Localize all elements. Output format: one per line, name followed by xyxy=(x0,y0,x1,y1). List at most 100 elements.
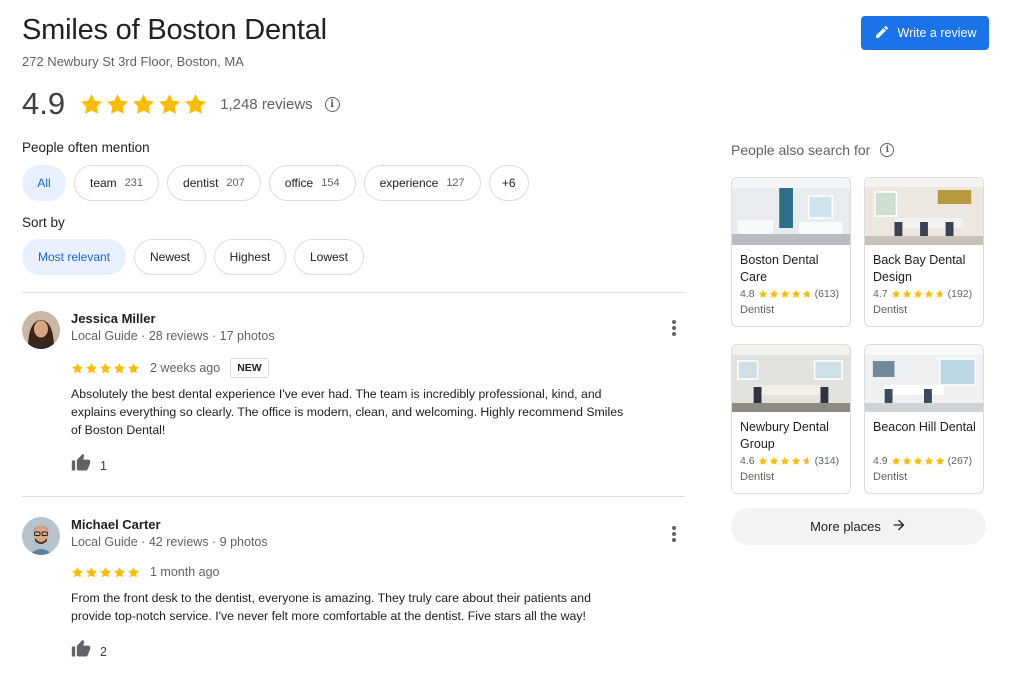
sort-lowest[interactable]: Lowest xyxy=(294,239,364,275)
place-photo xyxy=(865,178,983,245)
reviewer-meta: Local Guide · 42 reviews · 9 photos xyxy=(71,535,268,549)
star-icon xyxy=(128,566,139,577)
chip-experience[interactable]: experience 127 xyxy=(363,165,481,201)
place-rating: 4.7 (192) xyxy=(873,288,972,300)
place-rating: 4.8 (613) xyxy=(740,288,839,300)
star-icon xyxy=(159,93,181,114)
star-icon xyxy=(86,362,97,373)
star-icon xyxy=(185,93,207,114)
info-icon[interactable]: i xyxy=(324,96,340,112)
place-name: Back Bay Dental Design xyxy=(873,253,966,284)
write-review-label: Write a review xyxy=(897,26,977,40)
chip-count: 207 xyxy=(226,177,245,189)
chip-label: experience xyxy=(379,176,439,190)
review-date: 1 month ago xyxy=(150,565,220,579)
sort-options: Most relevant Newest Highest Lowest xyxy=(22,239,364,275)
star-icon xyxy=(891,456,900,465)
review-count[interactable]: 1,248 reviews xyxy=(220,96,313,113)
chip-label: team xyxy=(90,176,117,190)
chip-team[interactable]: team 231 xyxy=(74,165,160,201)
place-name: Newbury Dental Group xyxy=(740,420,829,451)
star-icon xyxy=(758,456,767,465)
chip-office[interactable]: office 154 xyxy=(268,165,356,201)
star-icon xyxy=(769,289,778,298)
write-review-button[interactable]: Write a review xyxy=(861,16,989,50)
also-search-header: People also search for i xyxy=(731,142,895,158)
review-item: Michael Carter Local Guide · 42 reviews … xyxy=(22,517,687,677)
chip-all[interactable]: All xyxy=(22,165,66,201)
star-icon xyxy=(791,456,800,465)
place-card[interactable]: Beacon Hill Dental 4.9 (267) Dentist xyxy=(864,344,984,494)
star-icon xyxy=(72,566,83,577)
star-icon xyxy=(913,289,922,298)
place-card[interactable]: Back Bay Dental Design 4.7 (192) Dentist xyxy=(864,177,984,327)
place-card[interactable]: Newbury Dental Group 4.6 (314) Dentist xyxy=(731,344,851,494)
place-name: Boston Dental Care xyxy=(740,253,819,284)
reviewer-name[interactable]: Michael Carter xyxy=(71,517,161,532)
place-photo xyxy=(865,345,983,412)
place-name: Beacon Hill Dental xyxy=(873,420,976,434)
star-icon xyxy=(114,566,125,577)
review-stars xyxy=(71,362,140,375)
more-places-button[interactable]: More places xyxy=(731,508,986,545)
info-icon[interactable]: i xyxy=(880,143,895,157)
place-rating-value: 4.8 xyxy=(740,288,755,300)
place-review-count: (192) xyxy=(947,288,973,300)
chip-label: office xyxy=(284,176,314,190)
mentions-label: People often mention xyxy=(22,140,150,155)
chip-dentist[interactable]: dentist 207 xyxy=(167,165,261,201)
star-icon xyxy=(100,362,111,373)
chip-more[interactable]: +6 xyxy=(488,165,529,201)
star-icon xyxy=(72,362,83,373)
place-photo xyxy=(732,345,850,412)
like-count: 2 xyxy=(100,644,107,659)
sort-most-relevant[interactable]: Most relevant xyxy=(22,239,126,275)
chip-count: 154 xyxy=(321,177,340,189)
sort-newest[interactable]: Newest xyxy=(134,239,206,275)
business-address: 272 Newbury St 3rd Floor, Boston, MA xyxy=(22,54,244,69)
thumb-up-icon xyxy=(71,639,91,664)
star-icon xyxy=(802,456,811,465)
place-rating: 4.6 (314) xyxy=(740,455,839,467)
place-stars xyxy=(891,456,945,466)
place-rating: 4.9 (267) xyxy=(873,455,972,467)
place-stars xyxy=(758,456,812,466)
like-button[interactable]: 2 xyxy=(71,639,107,664)
star-icon xyxy=(913,456,922,465)
sort-option-label: Newest xyxy=(150,250,191,264)
review-rating-row: 2 weeks ago NEW xyxy=(71,358,269,378)
mention-chips: All team 231 dentist 207 office 154 expe… xyxy=(22,165,529,201)
reviewer-meta: Local Guide · 28 reviews · 17 photos xyxy=(71,329,275,343)
like-count: 1 xyxy=(100,458,107,473)
more-vert-icon[interactable] xyxy=(665,523,683,545)
sort-option-label: Most relevant xyxy=(37,250,111,264)
divider xyxy=(22,496,685,497)
star-icon xyxy=(780,456,789,465)
sort-highest[interactable]: Highest xyxy=(214,239,286,275)
place-photo xyxy=(732,178,850,245)
place-stars xyxy=(891,289,945,299)
arrow-right-icon xyxy=(891,517,907,536)
star-icon xyxy=(100,566,111,577)
like-button[interactable]: 1 xyxy=(71,453,107,478)
new-badge: NEW xyxy=(230,358,269,378)
avatar[interactable] xyxy=(22,517,60,555)
star-icon xyxy=(758,289,767,298)
chip-count: 127 xyxy=(446,177,465,189)
star-icon xyxy=(128,362,139,373)
chip-label: All xyxy=(37,176,51,190)
place-category: Dentist xyxy=(873,304,908,316)
more-places-label: More places xyxy=(810,519,881,534)
review-date: 2 weeks ago xyxy=(150,361,221,375)
star-icon xyxy=(902,456,911,465)
review-stars xyxy=(71,566,140,579)
place-rating-value: 4.9 xyxy=(873,455,888,467)
reviewer-name[interactable]: Jessica Miller xyxy=(71,311,156,326)
place-card[interactable]: Boston Dental Care 4.8 (613) Dentist xyxy=(731,177,851,327)
more-vert-icon[interactable] xyxy=(665,317,683,339)
avatar[interactable] xyxy=(22,311,60,349)
star-icon xyxy=(935,456,944,465)
star-icon xyxy=(935,289,944,298)
place-review-count: (267) xyxy=(947,455,973,467)
place-rating-value: 4.6 xyxy=(740,455,755,467)
